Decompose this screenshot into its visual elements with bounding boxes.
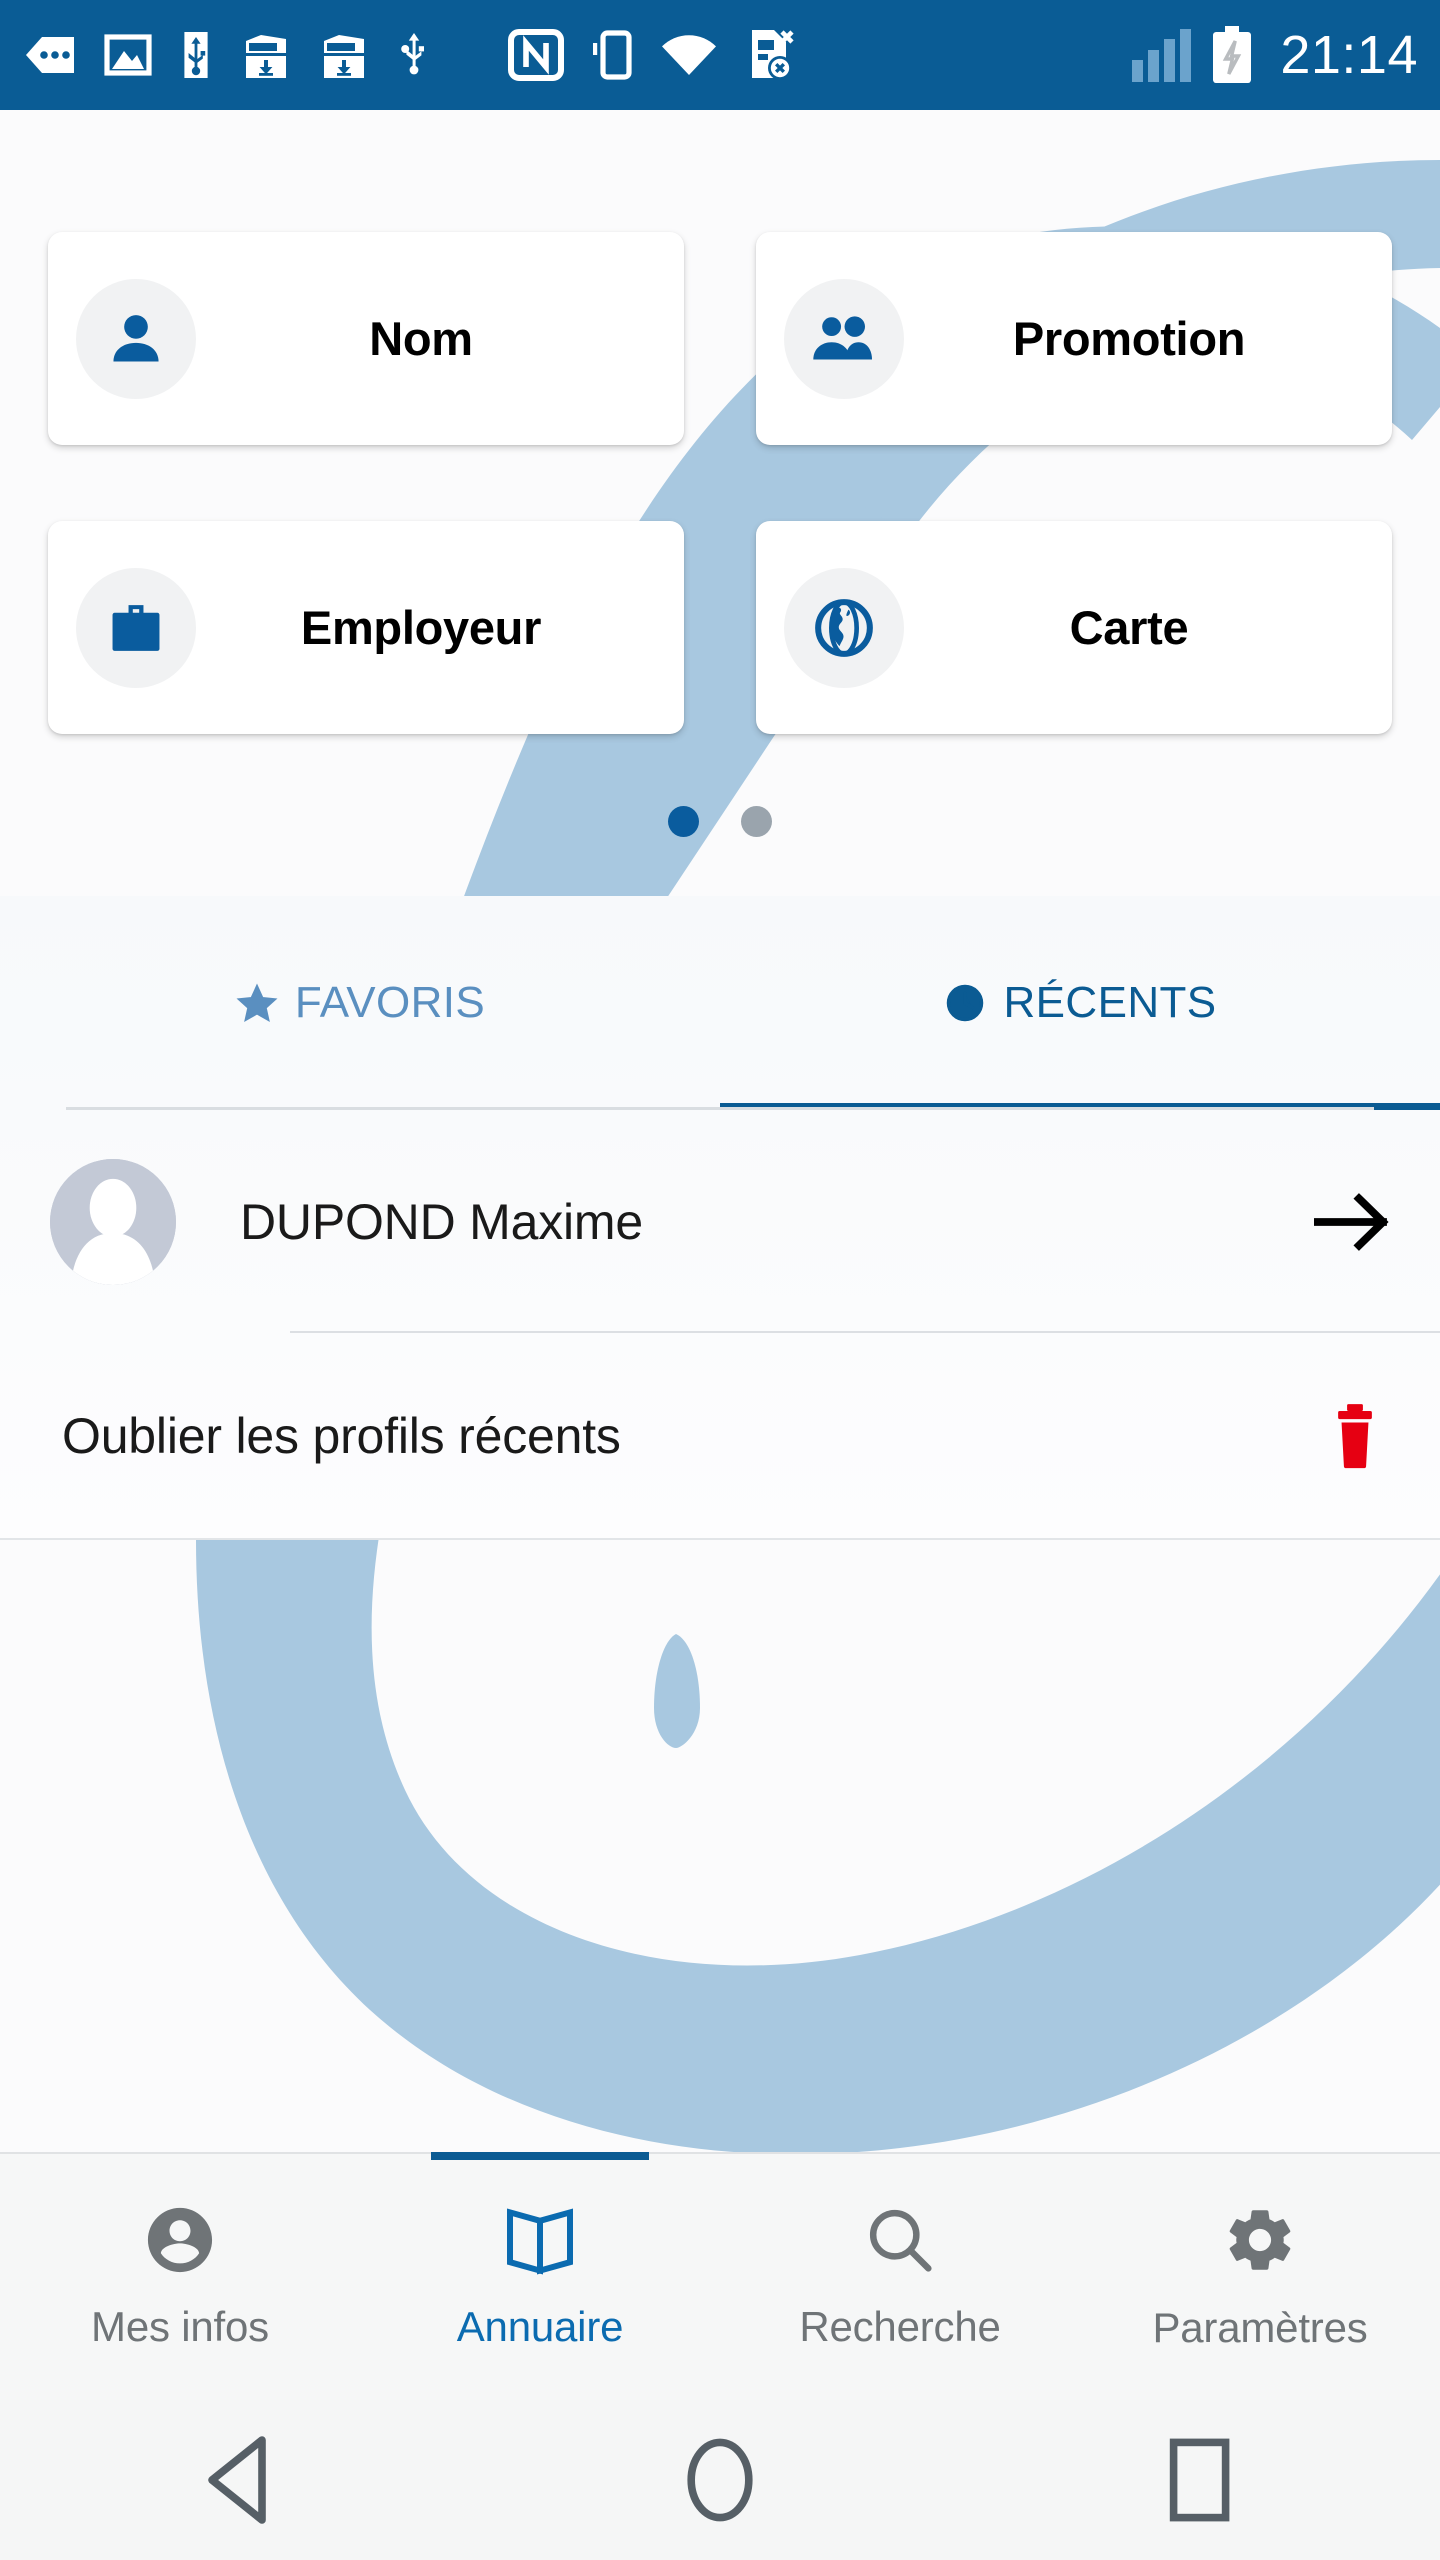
signal-bars-icon	[1132, 29, 1192, 82]
avatar	[50, 1159, 176, 1285]
nav-item-label: Annuaire	[456, 2303, 624, 2350]
tab-label: RÉCENTS	[1003, 978, 1217, 1027]
image-icon	[104, 34, 152, 76]
book-open-icon	[507, 2208, 573, 2275]
nav-active-indicator	[431, 2152, 649, 2160]
vibrate-icon	[593, 30, 632, 80]
recents-list: DUPOND Maxime Oublier les profils récent…	[0, 1113, 1440, 1540]
briefcase-icon	[76, 567, 196, 688]
search-tile-label: Carte	[1069, 601, 1189, 654]
search-icon	[869, 2209, 932, 2272]
usb-icon	[184, 32, 208, 78]
sim-card-error-icon	[752, 30, 794, 80]
contact-name: DUPOND Maxime	[240, 1194, 643, 1250]
tab-bottom-divider	[66, 1107, 1374, 1110]
package-download-icon	[324, 35, 364, 78]
app-root: 21:14 Nom Promotion Employeur Carte FAVO…	[0, 0, 1440, 2560]
status-bar-clock: 21:14	[1280, 25, 1418, 85]
tab-label: FAVORIS	[294, 978, 486, 1027]
tab-bar: FAVORIS RÉCENTS	[0, 896, 1440, 1110]
battery-charging-icon	[1213, 26, 1252, 83]
triangle-left-icon	[208, 2436, 266, 2524]
search-tile-label: Promotion	[1012, 312, 1246, 365]
forget-recent-profiles-row[interactable]: Oublier les profils récents	[0, 1333, 1440, 1538]
pager-dots	[0, 806, 1440, 837]
star-icon	[236, 983, 278, 1023]
android-system-navigation	[0, 2400, 1440, 2560]
tab-favoris[interactable]: FAVORIS	[0, 896, 720, 1110]
panel-bottom-divider	[0, 1538, 1440, 1540]
nav-item-label: Mes infos	[91, 2303, 269, 2350]
pager-dot-2[interactable]	[741, 806, 772, 837]
clock-icon	[947, 984, 984, 1022]
recents-button[interactable]	[960, 2432, 1440, 2528]
search-tile-label: Employeur	[300, 601, 542, 654]
usb-upload-icon	[401, 33, 424, 75]
package-download-icon	[246, 35, 286, 78]
search-tile-nom[interactable]: Nom	[48, 232, 684, 445]
arrow-right-icon[interactable]	[1314, 1192, 1392, 1252]
nav-item-mes-infos[interactable]: Mes infos	[0, 2154, 360, 2400]
wifi-icon	[662, 35, 716, 75]
search-tile-promotion[interactable]: Promotion	[756, 232, 1392, 445]
status-bar-notification-icons	[26, 28, 1132, 82]
search-tile-grid: Nom Promotion Employeur Carte	[0, 232, 1440, 734]
chevron-left-more-icon	[26, 37, 74, 73]
gear-icon	[1229, 2210, 1291, 2270]
nav-item-parametres[interactable]: Paramètres	[1080, 2154, 1440, 2400]
recents-panel: FAVORIS RÉCENTS DUPOND Maxime Oublier le…	[0, 896, 1440, 1540]
square-icon	[1169, 2438, 1230, 2522]
status-bar: 21:14	[0, 0, 1440, 110]
nav-item-label: Recherche	[799, 2303, 1001, 2350]
globe-icon	[784, 567, 904, 688]
people-group-icon	[784, 278, 904, 399]
forget-recent-profiles-label: Oublier les profils récents	[62, 1407, 621, 1464]
person-placeholder-avatar	[50, 1159, 176, 1285]
account-circle-icon	[147, 2207, 213, 2273]
search-tile-carte[interactable]: Carte	[756, 521, 1392, 734]
nav-item-recherche[interactable]: Recherche	[720, 2154, 1080, 2400]
search-tile-employeur[interactable]: Employeur	[48, 521, 684, 734]
bottom-navigation-bar: Mes infos Annuaire Recherche Paramètres	[0, 2152, 1440, 2400]
circle-icon	[687, 2438, 753, 2522]
nav-item-label: Paramètres	[1152, 2304, 1368, 2351]
pager-dot-1[interactable]	[668, 806, 699, 837]
person-icon	[76, 278, 196, 399]
trash-icon[interactable]	[1326, 1403, 1384, 1469]
nfc-icon	[508, 29, 564, 81]
list-item[interactable]: DUPOND Maxime	[0, 1113, 1440, 1331]
status-bar-system-icons: 21:14	[1132, 24, 1418, 86]
back-button[interactable]	[0, 2432, 480, 2528]
home-button[interactable]	[480, 2432, 960, 2528]
tab-recents[interactable]: RÉCENTS	[720, 896, 1440, 1110]
search-tile-label: Nom	[369, 312, 473, 365]
nav-item-annuaire[interactable]: Annuaire	[360, 2152, 720, 2400]
